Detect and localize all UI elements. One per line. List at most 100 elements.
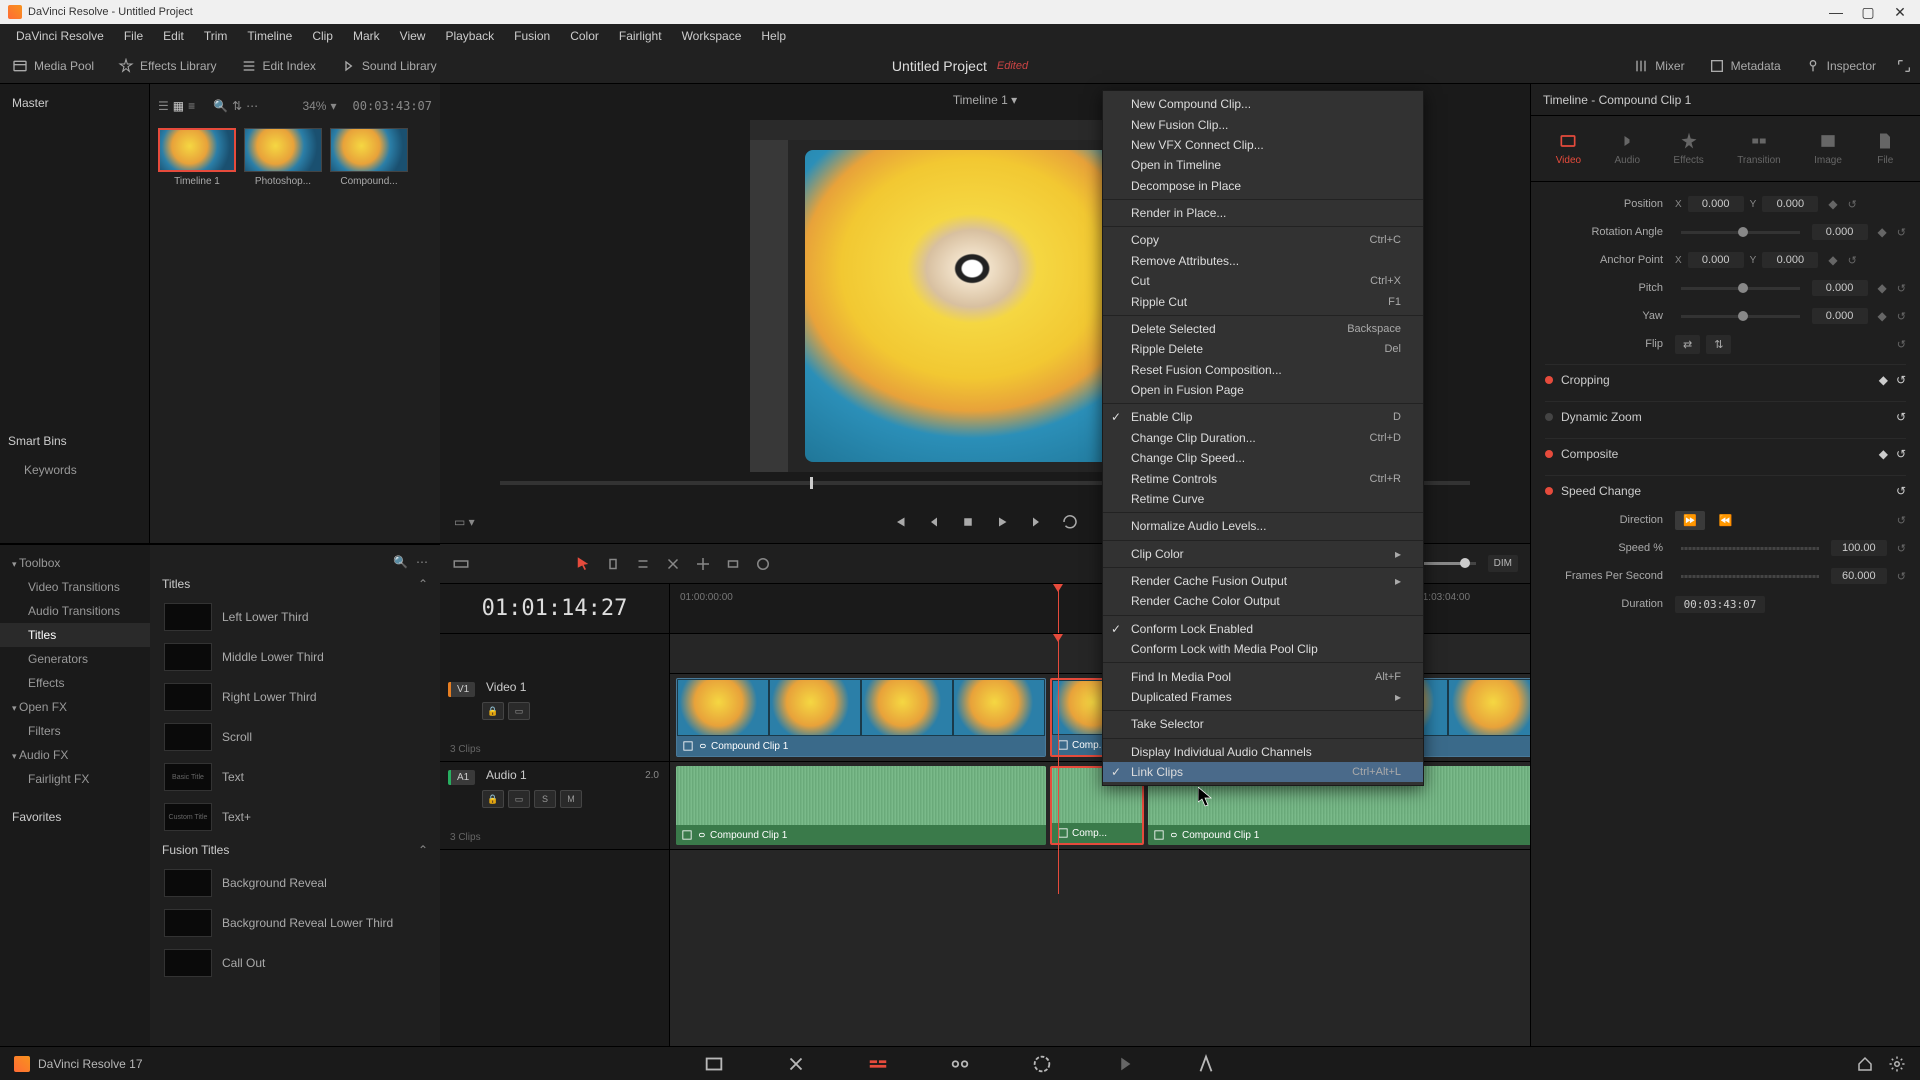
menu-item[interactable]: Fairlight bbox=[609, 26, 672, 46]
context-menu-item[interactable]: Render Cache Fusion Output▸ bbox=[1103, 571, 1423, 591]
sort-icon[interactable]: ⇅ bbox=[232, 99, 242, 113]
toolbox-group[interactable]: Toolbox bbox=[0, 551, 150, 575]
filters-category[interactable]: Filters bbox=[0, 719, 150, 743]
next-frame-icon[interactable] bbox=[1027, 513, 1045, 531]
anchor-y-field[interactable]: 0.000 bbox=[1762, 252, 1818, 268]
context-menu-item[interactable]: Conform Lock with Media Pool Clip bbox=[1103, 639, 1423, 659]
openfx-group[interactable]: Open FX bbox=[0, 695, 150, 719]
reset-icon[interactable]: ↺ bbox=[1897, 310, 1906, 323]
context-menu-item[interactable]: ✓Enable ClipD bbox=[1103, 407, 1423, 427]
title-middle-lower-third[interactable]: Middle Lower Third bbox=[158, 637, 432, 677]
direction-reverse-button[interactable]: ⏪ bbox=[1711, 511, 1741, 530]
context-menu-item[interactable]: Change Clip Speed... bbox=[1103, 448, 1423, 468]
context-menu-item[interactable]: Ripple DeleteDel bbox=[1103, 339, 1423, 359]
chevron-down-icon[interactable]: ▾ bbox=[330, 99, 336, 113]
trim-tool-icon[interactable] bbox=[604, 555, 622, 573]
context-menu-item[interactable]: New Compound Clip... bbox=[1103, 94, 1423, 114]
context-menu-item[interactable]: Delete SelectedBackspace bbox=[1103, 319, 1423, 339]
fps-field[interactable]: 60.000 bbox=[1831, 568, 1887, 584]
fairlightfx-category[interactable]: Fairlight FX bbox=[0, 767, 150, 791]
audio-clip[interactable]: Compound Clip 1 bbox=[676, 766, 1046, 845]
minimize-button[interactable]: — bbox=[1824, 3, 1848, 21]
title-scroll[interactable]: Scroll bbox=[158, 717, 432, 757]
menu-item[interactable]: Edit bbox=[153, 26, 194, 46]
context-menu-item[interactable]: Clip Color▸ bbox=[1103, 544, 1423, 564]
context-menu-item[interactable]: ✓Link ClipsCtrl+Alt+L bbox=[1103, 762, 1423, 782]
context-menu-item[interactable]: ✓Conform Lock Enabled bbox=[1103, 619, 1423, 639]
context-menu-item[interactable]: New Fusion Clip... bbox=[1103, 114, 1423, 134]
context-menu-item[interactable]: Remove Attributes... bbox=[1103, 251, 1423, 271]
cropping-section[interactable]: Cropping◆↺ bbox=[1545, 364, 1906, 395]
menu-item[interactable]: Workspace bbox=[672, 26, 752, 46]
keyframe-icon[interactable]: ◆ bbox=[1878, 281, 1887, 295]
menu-item[interactable]: Playback bbox=[435, 26, 504, 46]
context-menu-item[interactable]: Decompose in Place bbox=[1103, 176, 1423, 196]
dim-button[interactable]: DIM bbox=[1488, 555, 1518, 572]
fusion-background-reveal[interactable]: Background Reveal bbox=[158, 863, 432, 903]
video-track-header[interactable]: V1 Video 1 🔒▭ 3 Clips bbox=[440, 674, 669, 762]
search-icon[interactable]: 🔍 bbox=[213, 99, 228, 113]
reset-icon[interactable]: ↺ bbox=[1897, 338, 1906, 351]
speed-change-section[interactable]: Speed Change↺ bbox=[1545, 475, 1906, 506]
track-mute-button[interactable]: M bbox=[560, 790, 582, 808]
context-menu-item[interactable]: Reset Fusion Composition... bbox=[1103, 360, 1423, 380]
audiofx-group[interactable]: Audio FX bbox=[0, 743, 150, 767]
inspector-tab-image[interactable]: Image bbox=[1814, 131, 1842, 166]
reset-icon[interactable]: ↺ bbox=[1897, 226, 1906, 239]
inspector-tab-file[interactable]: File bbox=[1875, 131, 1895, 166]
menu-item[interactable]: Trim bbox=[194, 26, 238, 46]
rotation-field[interactable]: 0.000 bbox=[1812, 224, 1868, 240]
context-menu-item[interactable]: Take Selector bbox=[1103, 714, 1423, 734]
replace-icon[interactable] bbox=[754, 555, 772, 573]
favorites-section[interactable]: Favorites bbox=[0, 805, 150, 829]
duration-field[interactable]: 00:03:43:07 bbox=[1675, 596, 1765, 613]
menu-item[interactable]: Timeline bbox=[237, 26, 302, 46]
context-menu-item[interactable]: Render Cache Color Output bbox=[1103, 591, 1423, 611]
loop-icon[interactable] bbox=[1061, 513, 1079, 531]
first-frame-icon[interactable] bbox=[891, 513, 909, 531]
timeline-timecode[interactable]: 01:01:14:27 bbox=[440, 584, 670, 633]
edit-page-icon[interactable] bbox=[867, 1053, 889, 1075]
deliver-page-icon[interactable] bbox=[1195, 1053, 1217, 1075]
pitch-slider[interactable] bbox=[1681, 287, 1800, 290]
clip-thumb-photoshop[interactable]: Photoshop... bbox=[244, 128, 322, 187]
context-menu-item[interactable]: Display Individual Audio Channels bbox=[1103, 742, 1423, 762]
keyframe-icon[interactable]: ◆ bbox=[1828, 197, 1837, 211]
reset-icon[interactable]: ↺ bbox=[1897, 542, 1906, 555]
maximize-button[interactable]: ▢ bbox=[1856, 3, 1880, 21]
clip-context-menu[interactable]: New Compound Clip...New Fusion Clip...Ne… bbox=[1102, 90, 1424, 786]
dynamic-zoom-section[interactable]: Dynamic Zoom↺ bbox=[1545, 401, 1906, 432]
context-menu-item[interactable]: CutCtrl+X bbox=[1103, 271, 1423, 291]
context-menu-item[interactable]: Retime ControlsCtrl+R bbox=[1103, 468, 1423, 488]
reset-icon[interactable]: ↺ bbox=[1897, 570, 1906, 583]
titles-section-header[interactable]: Titles bbox=[158, 571, 432, 597]
inspector-toggle[interactable]: Inspector bbox=[1793, 52, 1888, 80]
direction-forward-button[interactable]: ⏩ bbox=[1675, 511, 1705, 530]
fx-search-icon[interactable]: 🔍 bbox=[393, 555, 408, 569]
home-icon[interactable] bbox=[1856, 1055, 1874, 1073]
menu-item[interactable]: Help bbox=[751, 26, 796, 46]
title-right-lower-third[interactable]: Right Lower Third bbox=[158, 677, 432, 717]
context-menu-item[interactable]: Normalize Audio Levels... bbox=[1103, 516, 1423, 536]
inspector-tab-video[interactable]: Video bbox=[1556, 131, 1581, 166]
settings-icon[interactable] bbox=[1888, 1055, 1906, 1073]
context-menu-item[interactable]: Open in Fusion Page bbox=[1103, 380, 1423, 400]
menu-item[interactable]: Fusion bbox=[504, 26, 560, 46]
expand-button[interactable] bbox=[1888, 52, 1920, 80]
blade-tool-icon[interactable] bbox=[664, 555, 682, 573]
yaw-slider[interactable] bbox=[1681, 315, 1800, 318]
track-lock-icon[interactable]: 🔒 bbox=[482, 790, 504, 808]
context-menu-item[interactable]: Duplicated Frames▸ bbox=[1103, 687, 1423, 707]
strip-view-icon[interactable]: ≡ bbox=[188, 99, 195, 113]
audio-transitions[interactable]: Audio Transitions bbox=[0, 599, 150, 623]
context-menu-item[interactable]: Retime Curve bbox=[1103, 489, 1423, 509]
playhead[interactable] bbox=[1058, 584, 1059, 633]
pitch-field[interactable]: 0.000 bbox=[1812, 280, 1868, 296]
prev-frame-icon[interactable] bbox=[925, 513, 943, 531]
reset-icon[interactable]: ↺ bbox=[1848, 254, 1857, 267]
close-button[interactable]: ✕ bbox=[1888, 3, 1912, 21]
context-menu-item[interactable]: Change Clip Duration...Ctrl+D bbox=[1103, 428, 1423, 448]
keyframe-icon[interactable]: ◆ bbox=[1878, 225, 1887, 239]
context-menu-item[interactable]: Find In Media PoolAlt+F bbox=[1103, 666, 1423, 686]
track-tag[interactable]: V1 bbox=[448, 682, 475, 697]
